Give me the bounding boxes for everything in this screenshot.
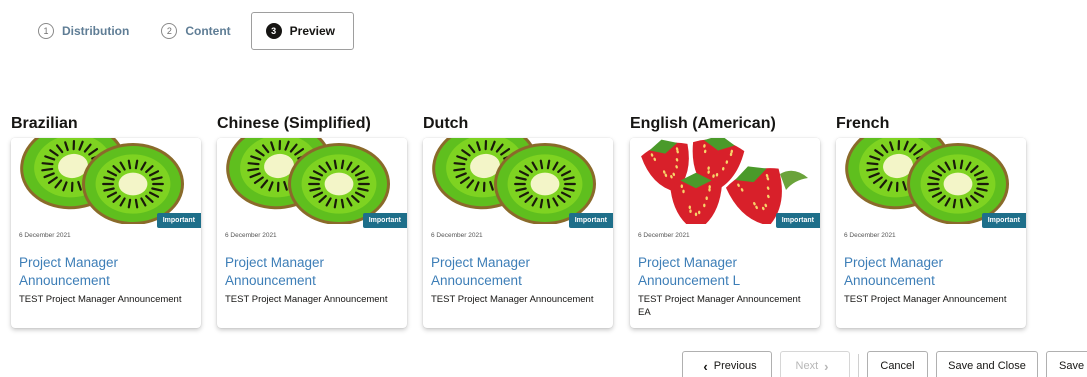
save-and-close-label: Save and Close [948,360,1026,372]
card-image [423,138,613,224]
announcement-card[interactable]: Important 6 December 2021 Project Manage… [836,138,1026,328]
language-title: Brazilian [11,115,78,132]
important-badge: Important [156,213,201,228]
card-date: 6 December 2021 [225,232,277,239]
chevron-right-icon: › [824,358,829,374]
next-button[interactable]: Next › [780,351,850,377]
step-content[interactable]: 2 Content [161,12,231,50]
next-label: Next [795,360,819,372]
step-number-1: 1 [38,23,54,39]
important-badge: Important [568,213,613,228]
card-image [11,138,201,224]
card-image [836,138,1026,224]
step-number-3: 3 [265,23,282,39]
card-title[interactable]: Project Manager Announcement [19,254,195,290]
save-label: Save [1059,360,1085,372]
step-distribution[interactable]: 1 Distribution [38,12,129,50]
kiwi-image [11,138,201,224]
card-image [217,138,407,224]
card-title[interactable]: Project Manager Announcement L [638,254,814,290]
chevron-left-icon: ‹ [703,358,708,374]
kiwi-image [423,138,613,224]
card-date: 6 December 2021 [431,232,483,239]
language-column: English (American) Important 6 December … [630,112,820,328]
card-title[interactable]: Project Manager Announcement [844,254,1020,290]
card-date: 6 December 2021 [638,232,690,239]
card-date: 6 December 2021 [844,232,896,239]
language-title: English (American) [630,115,776,132]
footer-divider [858,354,859,377]
card-description: TEST Project Manager Announcement [431,294,594,305]
step-label-distribution: Distribution [62,24,130,38]
language-column: Dutch Important 6 December 2021 Project … [423,112,613,328]
card-description: TEST Project Manager Announcement [19,294,182,305]
important-badge: Important [981,213,1026,228]
announcement-card[interactable]: Important 6 December 2021 Project Manage… [423,138,613,328]
step-label-preview: Preview [289,24,336,38]
kiwi-image [217,138,407,224]
language-column: Brazilian Important 6 December 2021 Proj… [11,112,201,328]
announcement-card[interactable]: Important 6 December 2021 Project Manage… [11,138,201,328]
step-number-2: 2 [161,23,178,39]
strawberry-image [630,138,820,224]
kiwi-image [836,138,1026,224]
language-column: French Important 6 December 2021 Project… [836,112,1026,328]
card-image [630,138,820,224]
announcement-card[interactable]: Important 6 December 2021 Project Manage… [217,138,407,328]
save-button[interactable]: Save [1046,351,1087,377]
step-preview[interactable]: 3 Preview [250,12,355,50]
language-title: Dutch [423,115,469,132]
previous-label: Previous [713,360,757,372]
cancel-button[interactable]: Cancel [867,351,928,377]
card-date: 6 December 2021 [19,232,71,239]
language-column: Chinese (Simplified) Important 6 Decembe… [217,112,407,328]
important-badge: Important [775,213,820,228]
previous-button[interactable]: ‹ Previous [682,351,772,377]
step-label-content: Content [185,24,231,38]
wizard-steps: 1 Distribution 2 Content 3 Preview [38,12,355,50]
card-description: TEST Project Manager Announcement EA [638,294,801,318]
card-description: TEST Project Manager Announcement [225,294,388,305]
language-title: Chinese (Simplified) [217,115,371,132]
card-title[interactable]: Project Manager Announcement [225,254,401,290]
cancel-label: Cancel [880,360,915,372]
important-badge: Important [362,213,407,228]
card-title[interactable]: Project Manager Announcement [431,254,607,290]
language-title: French [836,115,890,132]
announcement-card[interactable]: Important 6 December 2021 Project Manage… [630,138,820,328]
card-description: TEST Project Manager Announcement [844,294,1007,305]
save-and-close-button[interactable]: Save and Close [936,351,1038,377]
